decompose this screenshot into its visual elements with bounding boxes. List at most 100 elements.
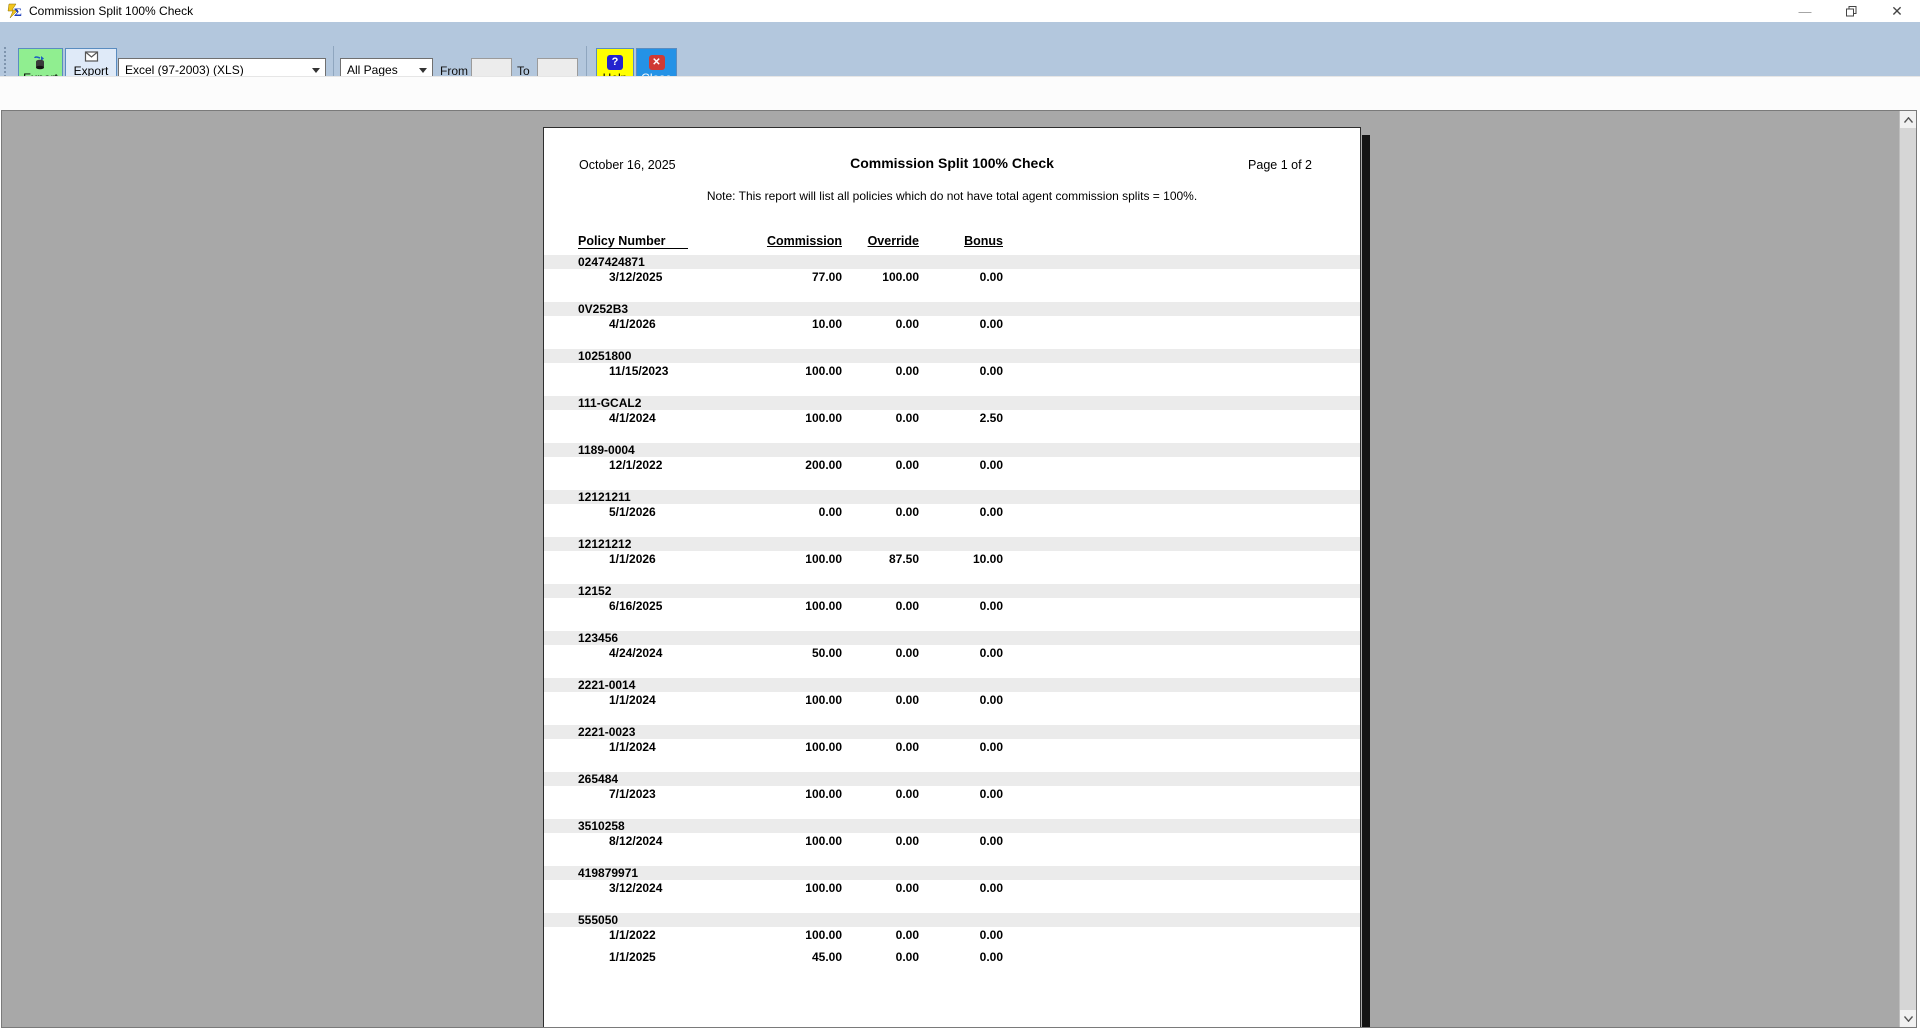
effective-date: 1/1/2025: [609, 950, 656, 964]
commission-value: 100.00: [724, 834, 842, 848]
policy-band: 123456: [544, 631, 1360, 645]
chevron-down-icon: [1904, 1016, 1913, 1022]
policy-group: 2221-00231/1/2024100.000.000.00: [544, 725, 1360, 754]
policy-detail-row: 1/1/2024100.000.000.00: [544, 692, 1360, 707]
policy-number: 10251800: [578, 349, 631, 363]
bonus-value: 0.00: [929, 950, 1003, 964]
report-title: Commission Split 100% Check: [544, 155, 1360, 171]
override-value: 0.00: [849, 950, 919, 964]
policy-number: 2221-0023: [578, 725, 635, 739]
commission-value: 100.00: [724, 364, 842, 378]
policy-number: 1189-0004: [578, 443, 635, 457]
override-value: 0.00: [849, 505, 919, 519]
override-value: 0.00: [849, 411, 919, 425]
bonus-value: 0.00: [929, 270, 1003, 284]
effective-date: 6/16/2025: [609, 599, 662, 613]
scroll-up-button[interactable]: [1900, 111, 1917, 128]
commission-value: 50.00: [724, 646, 842, 660]
bonus-value: 0.00: [929, 787, 1003, 801]
commission-value: 200.00: [724, 458, 842, 472]
policy-detail-row: 4/24/202450.000.000.00: [544, 645, 1360, 660]
bonus-value: 0.00: [929, 881, 1003, 895]
policy-detail-row: 1/1/202545.000.000.00: [544, 949, 1360, 964]
commission-value: 100.00: [724, 552, 842, 566]
column-headers: Policy Number Commission Override Bonus: [544, 234, 1360, 251]
report-page-info: Page 1 of 2: [1248, 158, 1312, 172]
commission-value: 100.00: [724, 693, 842, 707]
bonus-value: 0.00: [929, 928, 1003, 942]
minimize-button[interactable]: —: [1782, 0, 1828, 22]
policy-group: 121212115/1/2026 0.00 0.00 0.00: [544, 490, 1360, 519]
policy-detail-row: 11/15/2023100.000.000.00: [544, 363, 1360, 378]
vertical-scrollbar[interactable]: [1899, 111, 1916, 1027]
effective-date: 1/1/2024: [609, 740, 656, 754]
override-value: 0.00: [849, 834, 919, 848]
scroll-down-button[interactable]: [1900, 1010, 1917, 1027]
policy-group: 1025180011/15/2023100.000.000.00: [544, 349, 1360, 378]
policy-number: 12152: [578, 584, 611, 598]
commission-value: 100.00: [724, 787, 842, 801]
main-toolbar: Export Export To Email Excel (97-2003) (…: [0, 22, 1920, 76]
policy-detail-row: 1/1/2024100.000.000.00: [544, 739, 1360, 754]
commission-value: 100.00: [724, 411, 842, 425]
policy-group: 02474248713/12/202577.00100.000.00: [544, 255, 1360, 284]
override-value: 100.00: [849, 270, 919, 284]
bonus-value: 0.00: [929, 317, 1003, 331]
policy-group: 111-GCAL24/1/2024 100.00 0.00 2.50: [544, 396, 1360, 425]
policy-group: 121212121/1/2026100.0087.5010.00: [544, 537, 1360, 566]
policy-group: 1234564/24/202450.000.000.00: [544, 631, 1360, 660]
policy-detail-row: 1/1/2026100.0087.5010.00: [544, 551, 1360, 566]
policy-band: 12121212: [544, 537, 1360, 551]
commission-value: 100.00: [724, 928, 842, 942]
commission-value: 77.00: [724, 270, 842, 284]
page-shadow: [1362, 135, 1370, 1028]
bonus-value: 0.00: [929, 505, 1003, 519]
policy-group: 5550501/1/2022100.000.000.001/1/202545.0…: [544, 913, 1360, 964]
policy-detail-row: 5/1/2026 0.00 0.00 0.00: [544, 504, 1360, 519]
policy-number: 0V252B3: [578, 302, 628, 316]
policy-number: 2221-0014: [578, 678, 635, 692]
policy-number: 3510258: [578, 819, 625, 833]
effective-date: 11/15/2023: [609, 364, 668, 378]
commission-value: 100.00: [724, 881, 842, 895]
svg-text:Σ: Σ: [14, 5, 22, 19]
export-format-value: Excel (97-2003) (XLS): [125, 63, 244, 77]
effective-date: 4/1/2026: [609, 317, 656, 331]
policy-group: 1189-000412/1/2022200.000.000.00: [544, 443, 1360, 472]
effective-date: 7/1/2023: [609, 787, 656, 801]
effective-date: 3/12/2025: [609, 270, 662, 284]
policy-detail-row: 3/12/2024100.000.000.00: [544, 880, 1360, 895]
title-bar: Σ Commission Split 100% Check — ✕: [0, 0, 1920, 22]
policy-band: 3510258: [544, 819, 1360, 833]
bonus-value: 0.00: [929, 458, 1003, 472]
report-nav-toolbar: /2: [0, 76, 1920, 110]
effective-date: 4/24/2024: [609, 646, 662, 660]
policy-number: 12121212: [578, 537, 631, 551]
column-header-policy-number: Policy Number: [578, 234, 688, 249]
restore-button[interactable]: [1828, 0, 1874, 22]
override-value: 0.00: [849, 364, 919, 378]
policy-detail-row: 7/1/2023100.000.000.00: [544, 786, 1360, 801]
bonus-value: 2.50: [929, 411, 1003, 425]
override-value: 87.50: [849, 552, 919, 566]
policy-number: 12121211: [578, 490, 631, 504]
column-header-override: Override: [849, 234, 919, 248]
policy-number: 111-GCAL2: [578, 396, 641, 410]
policy-band: 111-GCAL2: [544, 396, 1360, 410]
effective-date: 1/1/2026: [609, 552, 656, 566]
policy-group: 121526/16/2025100.000.000.00: [544, 584, 1360, 613]
override-value: 0.00: [849, 881, 919, 895]
effective-date: 1/1/2024: [609, 693, 656, 707]
policy-group: 0V252B34/1/202610.000.000.00: [544, 302, 1360, 331]
commission-value: 0.00: [724, 505, 842, 519]
commission-value: 100.00: [724, 740, 842, 754]
effective-date: 5/1/2026: [609, 505, 656, 519]
override-value: 0.00: [849, 740, 919, 754]
override-value: 0.00: [849, 317, 919, 331]
chevron-down-icon: [419, 68, 427, 73]
effective-date: 4/1/2024: [609, 411, 656, 425]
policy-band: 2221-0023: [544, 725, 1360, 739]
override-value: 0.00: [849, 646, 919, 660]
policy-band: 419879971: [544, 866, 1360, 880]
close-window-button[interactable]: ✕: [1874, 0, 1920, 22]
